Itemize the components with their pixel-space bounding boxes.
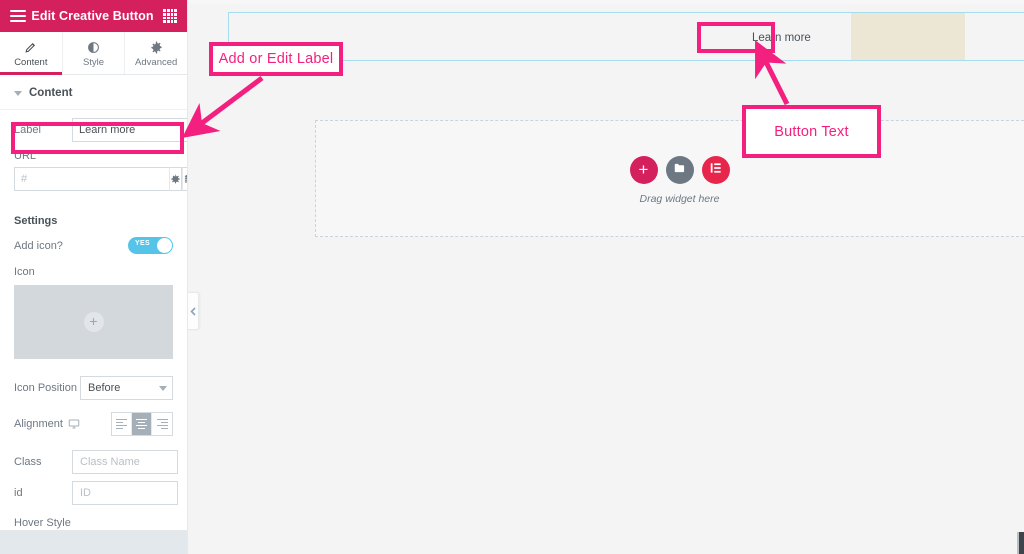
gear-icon [150, 41, 163, 54]
add-icon-toggle-text: YES [135, 240, 150, 247]
control-class: Class [0, 436, 187, 474]
control-icon-position: Icon Position Before [0, 359, 187, 400]
tab-content[interactable]: Content [0, 32, 63, 75]
settings-heading: Settings [14, 215, 58, 227]
tab-content-label: Content [14, 56, 48, 68]
annotation-add-or-edit-label: Add or Edit Label [209, 42, 343, 76]
control-label-caption: Label [14, 124, 41, 136]
url-options-gear-icon[interactable] [169, 167, 182, 191]
control-alignment-caption: Alignment [14, 418, 63, 430]
panel-collapse-handle[interactable] [188, 292, 199, 330]
chevron-left-icon [190, 306, 196, 316]
section-title: Content [29, 87, 73, 99]
tab-style-label: Style [82, 56, 105, 68]
panel-body: Content Label Learn more URL # Settings … [0, 76, 187, 530]
add-section-button[interactable]: + [629, 156, 658, 184]
tab-style[interactable]: Style [63, 32, 126, 74]
panel-tabs: Content Style Advanced [0, 32, 187, 75]
page-title: Edit Creative Button [31, 9, 154, 23]
control-id-caption: id [14, 487, 23, 499]
align-center-icon[interactable] [132, 413, 152, 435]
plus-icon: + [83, 312, 104, 332]
panel-footer [0, 530, 187, 554]
dropzone-text: Drag widget here [639, 193, 720, 205]
annotation-button-text: Button Text [742, 105, 881, 158]
bottom-right-element [1017, 532, 1024, 554]
control-label: Label [0, 110, 187, 142]
live-section[interactable]: Learn more [228, 12, 1024, 61]
elementor-logo-button[interactable] [701, 156, 730, 184]
toggle-knob [157, 238, 172, 253]
desktop-icon[interactable] [68, 418, 80, 430]
control-add-icon-caption: Add icon? [14, 239, 63, 252]
control-alignment: Alignment [0, 400, 187, 436]
url-input[interactable] [14, 167, 169, 191]
url-database-icon[interactable] [182, 167, 187, 191]
add-icon-toggle[interactable]: YES [128, 237, 173, 254]
pencil-icon [24, 41, 37, 54]
editor-sidebar-panel: Edit Creative Button Content Style Advan… [0, 0, 188, 554]
control-url-caption: URL [14, 150, 37, 162]
grid-icon[interactable] [163, 9, 177, 23]
elementor-icon [709, 161, 723, 180]
plus-icon: + [638, 159, 649, 179]
annotation-text: Button Text [774, 123, 849, 140]
section-header-content[interactable]: Content [0, 76, 187, 110]
tab-advanced-label: Advanced [135, 56, 178, 68]
control-icon: Icon [0, 254, 187, 278]
dropzone-buttons: + [629, 156, 730, 184]
canvas-top-strip [188, 0, 1024, 4]
editor-canvas: Learn more + Drag widget here [188, 0, 1024, 554]
align-right-icon[interactable] [152, 413, 172, 435]
folder-icon [673, 161, 687, 180]
control-icon-caption: Icon [14, 266, 35, 278]
label-input[interactable] [72, 118, 187, 142]
chevron-down-icon [14, 90, 22, 96]
alignment-button-group [111, 412, 173, 436]
elementor-editor: Edit Creative Button Content Style Advan… [0, 0, 1024, 554]
control-hover-style: Hover Style [0, 505, 187, 529]
icon-position-select[interactable]: Before [80, 376, 173, 400]
live-column[interactable] [851, 13, 965, 60]
panel-header: Edit Creative Button [0, 0, 187, 32]
control-icon-position-caption: Icon Position [14, 382, 77, 394]
control-class-caption: Class [14, 456, 42, 468]
tab-advanced[interactable]: Advanced [125, 32, 187, 74]
control-url: URL [0, 142, 187, 191]
widget-dropzone[interactable]: + Drag widget here [315, 120, 1024, 237]
align-left-icon[interactable] [112, 413, 132, 435]
annotation-text: Add or Edit Label [218, 51, 334, 67]
control-id: id [0, 474, 187, 505]
id-input[interactable] [72, 481, 178, 505]
class-input[interactable] [72, 450, 178, 474]
icon-media-picker[interactable]: + [14, 285, 173, 359]
dropzone-inner: + Drag widget here [316, 156, 1024, 205]
add-template-button[interactable] [665, 156, 694, 184]
control-add-icon: Add icon? YES [0, 235, 187, 254]
live-button-widget[interactable]: Learn more [741, 26, 822, 50]
control-hover-style-caption: Hover Style [14, 517, 71, 529]
contrast-icon [87, 41, 100, 54]
